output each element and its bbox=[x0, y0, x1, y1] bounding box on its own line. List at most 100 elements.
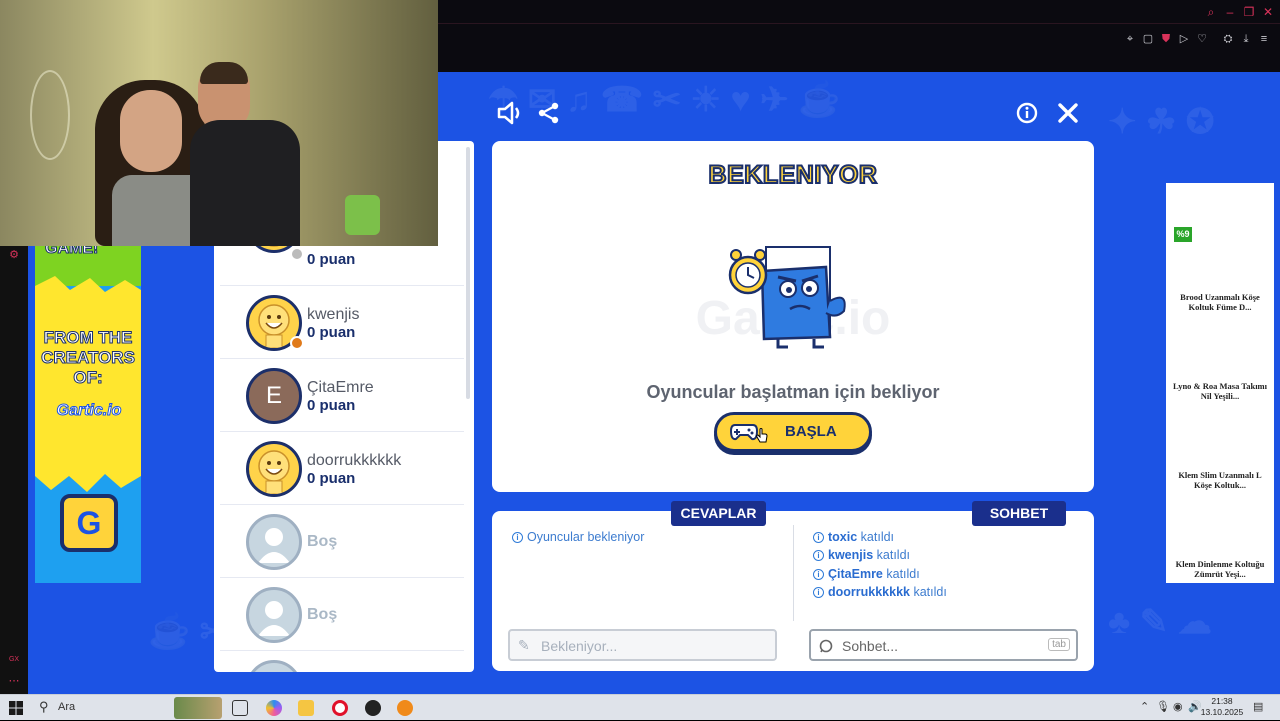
heart-icon[interactable]: ♡ bbox=[1195, 32, 1209, 46]
player-row: kwenjis 0 puan bbox=[220, 286, 464, 359]
search-highlight-image bbox=[174, 697, 222, 719]
empty-avatar-icon bbox=[246, 587, 302, 643]
empty-slot-label: Boş bbox=[307, 533, 338, 550]
share-icon[interactable] bbox=[538, 102, 560, 124]
player-score: 0 puan bbox=[307, 397, 356, 414]
close-icon[interactable] bbox=[1058, 103, 1078, 123]
info-circle-icon: i bbox=[512, 532, 523, 544]
snapshot-icon[interactable]: ▢ bbox=[1141, 32, 1155, 46]
answers-info-message: i Oyuncular bekleniyor bbox=[512, 530, 644, 544]
gx-icon[interactable]: GX bbox=[6, 656, 22, 672]
taskbar-search[interactable]: ⚲ Ara bbox=[32, 695, 222, 721]
ad-product-title[interactable]: Lyno & Roa Masa Takımı Nil Yeşili... bbox=[1170, 381, 1270, 401]
tab-chat[interactable]: SOHBET bbox=[972, 501, 1066, 526]
chat-message: i doorrukkkkkk katıldı bbox=[813, 585, 947, 599]
waiting-title: BEKLENIYOR bbox=[708, 160, 878, 190]
clock-time: 21:38 bbox=[1211, 696, 1233, 706]
pencil-icon: ✎ bbox=[518, 637, 530, 653]
more-icon[interactable]: ⋯ bbox=[6, 674, 22, 690]
microphone-icon[interactable]: 🎙 bbox=[1156, 700, 1170, 713]
answer-input-placeholder: Bekleniyor... bbox=[541, 638, 618, 654]
info-circle-icon: i bbox=[813, 550, 824, 562]
clock[interactable]: 21:38 13.10.2025 bbox=[1200, 696, 1244, 718]
search-icon: ⚲ bbox=[39, 699, 49, 714]
player-score: 0 puan bbox=[307, 324, 356, 341]
ad-headline: FROM THE CREATORS OF: bbox=[41, 328, 136, 388]
search-icon[interactable]: ⌕ bbox=[1203, 4, 1219, 20]
ad-product-title[interactable]: Brood Uzanmalı Köşe Koltuk Füme D... bbox=[1170, 292, 1270, 312]
pin-icon[interactable]: ⌖ bbox=[1123, 32, 1137, 46]
chat-input-placeholder: Sohbet... bbox=[842, 638, 899, 654]
download-icon[interactable]: ⤓ bbox=[1239, 32, 1253, 46]
answers-chat-card: i Oyuncular bekleniyor i toxic katıldı i kw… bbox=[492, 511, 1094, 671]
gamepad-icon bbox=[730, 424, 758, 441]
speaker-icon[interactable] bbox=[496, 101, 524, 125]
opera-icon[interactable] bbox=[332, 700, 348, 716]
divider bbox=[793, 525, 794, 621]
tab-key-hint: tab bbox=[1048, 638, 1070, 651]
tab-answers[interactable]: CEVAPLAR bbox=[671, 501, 766, 526]
chat-input[interactable]: Sohbet... tab bbox=[809, 629, 1078, 661]
microphone-app-icon[interactable] bbox=[397, 700, 413, 716]
taskbar: ⚲ Ara ⌃ 🎙 ◉ 🔊 21:38 13.10.2025 ▤ bbox=[0, 694, 1280, 720]
maximize-icon[interactable]: ❐ bbox=[1241, 4, 1257, 20]
gartic-g-logo: G bbox=[60, 494, 118, 552]
clock-date: 13.10.2025 bbox=[1200, 707, 1244, 717]
start-button[interactable]: BAŞLA bbox=[714, 412, 872, 452]
fan-shape bbox=[30, 70, 70, 160]
empty-slot bbox=[220, 651, 464, 672]
player-name: kwenjis bbox=[307, 306, 360, 323]
ad-top-text: GAME! bbox=[44, 246, 99, 258]
player-row: E ÇitaEmre 0 puan bbox=[220, 359, 464, 432]
waiting-mascot-icon bbox=[728, 246, 846, 349]
player-name: doorrukkkkkk bbox=[307, 452, 402, 469]
ad-banner[interactable]: GAME! FROM THE CREATORS OF: Gartic.io G bbox=[35, 246, 141, 583]
info-icon[interactable] bbox=[1016, 102, 1038, 124]
letter-avatar: E bbox=[246, 368, 302, 424]
answer-input[interactable]: ✎ Bekleniyor... bbox=[508, 629, 777, 661]
notification-icon[interactable]: ▤ bbox=[1253, 700, 1263, 713]
players-scrollbar[interactable] bbox=[466, 147, 470, 399]
windows-start-icon[interactable] bbox=[9, 701, 23, 715]
play-icon[interactable]: ▷ bbox=[1177, 32, 1191, 46]
task-view-icon[interactable] bbox=[232, 700, 248, 716]
waiting-message: Oyuncular başlatman için bekliyor bbox=[646, 382, 940, 402]
shield-icon[interactable]: ⛊ bbox=[1159, 32, 1173, 46]
file-explorer-icon[interactable] bbox=[298, 700, 314, 716]
ad-product-title[interactable]: Klem Dinlenme Koltuğu Zümrüt Yeşi... bbox=[1170, 559, 1270, 579]
waiting-card: BEKLENIYOR Gartic.io Oyuncular başlatman… bbox=[492, 141, 1094, 492]
ad-logo-text: Gartic.io bbox=[56, 402, 122, 420]
menu-icon[interactable]: ≡ bbox=[1257, 32, 1271, 46]
chat-message: i toxic katıldı bbox=[813, 530, 894, 544]
minimize-icon[interactable]: – bbox=[1222, 4, 1238, 20]
status-dot bbox=[290, 247, 304, 261]
smiley-avatar bbox=[246, 441, 302, 497]
ad-product-title[interactable]: Klem Slim Uzanmalı L Köşe Koltuk... bbox=[1170, 470, 1270, 490]
right-ad-panel[interactable]: %9 Brood Uzanmalı Köşe Koltuk Füme D... … bbox=[1166, 183, 1274, 583]
info-circle-icon: i bbox=[813, 587, 824, 599]
pattern-icon: ✦ ☘ ✪ bbox=[1108, 103, 1215, 141]
player-score: 0 puan bbox=[307, 251, 356, 268]
taskbar-search-label: Ara bbox=[58, 701, 76, 713]
empty-slot: Boş bbox=[220, 505, 464, 578]
player-score: 0 puan bbox=[307, 470, 356, 487]
account-icon[interactable]: ⛭ bbox=[1221, 32, 1235, 46]
chevron-up-icon[interactable]: ⌃ bbox=[1140, 700, 1149, 713]
hand-cursor-icon bbox=[756, 428, 768, 443]
webcam-overlay bbox=[0, 0, 438, 246]
shirt-right bbox=[190, 120, 300, 246]
window-close-icon[interactable]: ✕ bbox=[1260, 4, 1276, 20]
hair-right bbox=[200, 62, 248, 84]
status-dot bbox=[290, 336, 304, 350]
settings-icon[interactable]: ⚙ bbox=[6, 248, 22, 264]
copilot-icon[interactable] bbox=[266, 700, 282, 716]
browser-sidebar: ⚙ GX ⋯ bbox=[0, 246, 28, 694]
empty-avatar-icon bbox=[246, 514, 302, 570]
opera-gx-icon[interactable] bbox=[365, 700, 381, 716]
pattern-icon: ♣ ✎ ☁ bbox=[1108, 603, 1212, 641]
empty-avatar-icon bbox=[246, 660, 302, 672]
tab-strip bbox=[438, 0, 1280, 24]
info-circle-icon: i bbox=[813, 532, 824, 544]
network-icon[interactable]: ◉ bbox=[1173, 700, 1183, 713]
chat-message: i ÇitaEmre katıldı bbox=[813, 567, 920, 581]
